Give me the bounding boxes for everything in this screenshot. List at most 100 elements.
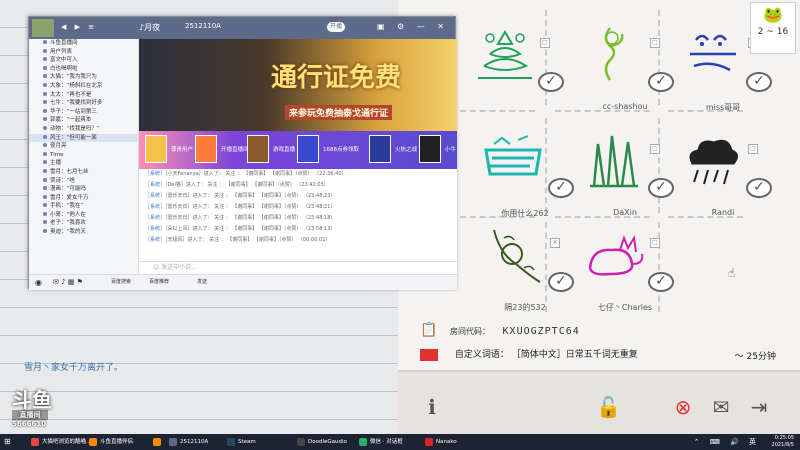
user-list[interactable]: 斗鱼直播间 用户列表 富文中可入 白也喝啊啦 大猫：“我为我只为 大象：“杨斜杠在北京 太太… (29, 39, 139, 274)
kick-icon[interactable]: ⊗ (666, 395, 700, 429)
clipboard-icon[interactable]: 📋 (420, 322, 437, 338)
duration-value[interactable]: ～ 25分钟 (735, 349, 776, 362)
room-code-value[interactable]: KXUOGZPTC64 (503, 326, 580, 337)
user-list-item[interactable]: 斗鱼直播间 (29, 39, 138, 48)
user-list-label: 贾诗：“啥 (50, 177, 75, 184)
user-list-item[interactable]: 大象：“杨斜杠在北京 (29, 82, 138, 91)
user-list-item[interactable]: 用户列表 (29, 48, 138, 57)
chat-sender[interactable]: ［系统］ (145, 171, 165, 177)
user-list-item[interactable]: 夜月亮 (29, 142, 138, 151)
footer-left[interactable]: 百度搜索 (111, 275, 131, 290)
user-status-icon (43, 177, 47, 182)
custom-words-value[interactable]: ［简体中文］日常五千词无重复 (512, 350, 638, 360)
user-list-item[interactable]: 手机：“我在” (29, 202, 138, 211)
live-badge[interactable]: 开播 (327, 22, 346, 32)
chat-message: ［系统］［雷乐天日］进入了： 关注 ： 【谢同事】 【谢同事】（点赞） （23:… (139, 191, 457, 202)
taskbar-app[interactable]: 微信 · 对话框 (358, 435, 403, 449)
chat-message: ［系统］［雷乐天日］进入了： 关注 ： 【谢同事】 【谢同事】（点赞） （23:… (139, 213, 457, 224)
user-list-item[interactable]: 奥迪：“我的天 (29, 228, 138, 237)
chat-sender[interactable]: ［系统］ (145, 193, 165, 199)
user-list-label: 老子：“我喜欢 (50, 220, 86, 227)
chat-sender[interactable]: ［系统］ (145, 182, 165, 188)
taskbar-app[interactable]: 2512110A (168, 435, 208, 449)
user-status-icon (43, 108, 47, 113)
chat-input-placeholder: 发送中小说... (161, 264, 197, 271)
chat-log[interactable]: ［系统］［小天Fenanya］进入了： 关注 ： 【谢同事】 【谢同事】（点赞）… (139, 169, 457, 261)
taskbar-app[interactable] (152, 435, 164, 449)
user-list-item[interactable]: 郭嘉：“一起爽本 (29, 116, 138, 125)
footer-mid[interactable]: 百度推荐 (149, 275, 169, 290)
chat-sender[interactable]: ［系统］ (145, 204, 165, 210)
player-slot[interactable]: □ ✓ 七仔丶Charles (570, 214, 674, 312)
ready-check-icon: ✓ (648, 272, 674, 292)
user-list-item[interactable]: 华子：“一站到第三 (29, 108, 138, 117)
player-flag-icon: ✕ (550, 238, 560, 248)
user-list-item[interactable]: Time (29, 151, 138, 160)
user-list-item[interactable]: 老子：“我喜欢 (29, 219, 138, 228)
user-list-label: 富文中可入 (50, 57, 78, 64)
taskbar-app[interactable]: 大猫吧浏览的酷喵... (30, 435, 91, 449)
taskbar-app[interactable]: 斗鱼直播伴侣 (88, 435, 133, 449)
chat-sender[interactable]: ［系统］ (145, 237, 165, 243)
user-list-item[interactable]: 风王：“但可能一笑 (29, 133, 138, 143)
user-status-icon (43, 117, 47, 122)
promo-banner[interactable]: 通行证免费 来参玩免费抽泰戈通行证 (139, 39, 457, 131)
user-status-icon (43, 143, 47, 148)
chat-input[interactable]: ☺ 发送中小说... (139, 261, 457, 274)
chat-text: ［无极风］进入了： 关注 ： 【谢同事】 【谢同事】（点赞） （00:00:01… (165, 237, 331, 243)
exit-icon[interactable]: ⇥ (744, 395, 774, 429)
start-button-icon[interactable]: ⊞ (2, 435, 11, 449)
player-drawing (689, 139, 738, 185)
player-slot[interactable]: ✕ ✓ 隔23的532 (470, 214, 574, 312)
language-flag-icon[interactable] (420, 348, 438, 361)
system-tray[interactable]: ⌃ ⌨ 🔊 英 (694, 437, 760, 447)
taskbar-app-label: DoodleGaudio (308, 439, 347, 445)
taskbar-app[interactable]: Nanako (424, 435, 457, 449)
player-slot[interactable]: □ ✓ (460, 14, 564, 104)
user-list-item[interactable]: 小哥：“他人在 (29, 211, 138, 220)
invite-icon[interactable]: ✉ (706, 395, 736, 429)
emoji-icon[interactable]: ☺ (153, 264, 161, 271)
window-titlebar[interactable]: ◀ ▶ ≡ ♪月夜 2512110A 开播 ▣ ⚙ — ✕ (29, 17, 455, 39)
user-list-item[interactable]: 漫画：“可能吗 (29, 185, 138, 194)
home-icon[interactable]: ◉ (35, 275, 42, 290)
player-slot[interactable]: ✓ 你用什么262 (470, 120, 574, 218)
clock[interactable]: 0:25:05 2021/8/5 (772, 435, 794, 449)
frog-icon: 🐸 (763, 5, 783, 24)
lock-icon[interactable]: 🔓 (596, 395, 621, 429)
main-content: 通行证免费 来参玩免费抽泰戈通行证 尊贵用户 开播直播间 游戏直播 1688点券… (139, 39, 457, 274)
ready-check-icon: ✓ (746, 72, 772, 92)
live-assistant-window[interactable]: ◀ ▶ ≡ ♪月夜 2512110A 开播 ▣ ⚙ — ✕ 斗鱼直播间 用户列表富… (28, 16, 457, 290)
chat-sender[interactable]: ［系统］ (145, 215, 165, 221)
tool-icons[interactable]: ✉ ♪ ▦ ⚑ (53, 275, 83, 290)
player-slot[interactable]: □ ✓ Randi (668, 120, 772, 217)
taskbar-app[interactable]: Steam (226, 435, 256, 449)
playback-controls[interactable]: ◀ ▶ ≡ (61, 23, 97, 31)
info-icon[interactable]: ℹ (424, 395, 440, 429)
player-name: cc-shashou (602, 102, 648, 111)
user-list-item[interactable]: 主播 (29, 159, 138, 168)
taskbar-app[interactable]: DoodleGaudio (296, 435, 347, 449)
player-slot[interactable]: □ ✓ DaXin (570, 120, 674, 217)
user-list-item[interactable]: 大猫：“我为我只为 (29, 73, 138, 82)
user-list-item[interactable]: 雪月：七月七丝 (29, 168, 138, 177)
user-list-item[interactable]: 富文中可入 (29, 56, 138, 65)
user-status-icon (43, 74, 47, 79)
taskbar-app-label: Steam (238, 439, 256, 445)
user-list-item[interactable]: 太太：“再也不是 (29, 91, 138, 100)
player-drawing (590, 135, 638, 188)
user-list-item[interactable]: 贾诗：“啥 (29, 177, 138, 186)
user-status-icon (43, 186, 47, 191)
user-status-icon (43, 229, 47, 234)
user-status-icon (43, 134, 47, 139)
user-list-item[interactable]: 七牛：“我要找到好多 (29, 99, 138, 108)
user-list-item[interactable]: 动物：“找我是吗？” (29, 125, 138, 134)
chat-message: ［系统］［雷乐天日］进入了： 关注 ： 【谢同事】 【谢同事】（点赞） （23:… (139, 202, 457, 213)
avatar[interactable] (32, 19, 54, 37)
chat-sender[interactable]: ［系统］ (145, 226, 165, 232)
footer-right[interactable]: 发送 (197, 275, 207, 290)
user-list-item[interactable]: 白也喝啊啦 (29, 65, 138, 74)
player-slot[interactable]: □ ✓ cc-shashou (570, 14, 674, 111)
user-list-item[interactable]: 雪月：爱女千万 (29, 194, 138, 203)
window-controls[interactable]: ▣ ⚙ — ✕ (377, 22, 449, 31)
